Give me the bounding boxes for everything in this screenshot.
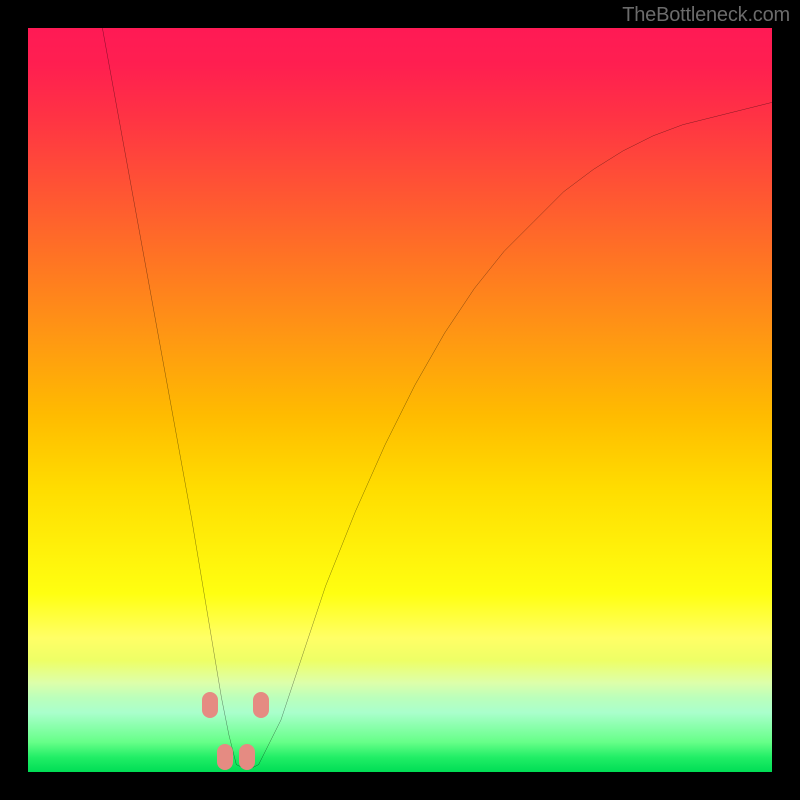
bottleneck-curve xyxy=(28,28,772,772)
curve-marker xyxy=(202,692,218,718)
curve-marker xyxy=(253,692,269,718)
watermark-text: TheBottleneck.com xyxy=(622,4,790,27)
chart-container: TheBottleneck.com xyxy=(0,0,800,800)
plot-area xyxy=(28,28,772,772)
curve-path xyxy=(102,28,772,768)
curve-marker xyxy=(217,744,233,770)
curve-marker xyxy=(239,744,255,770)
